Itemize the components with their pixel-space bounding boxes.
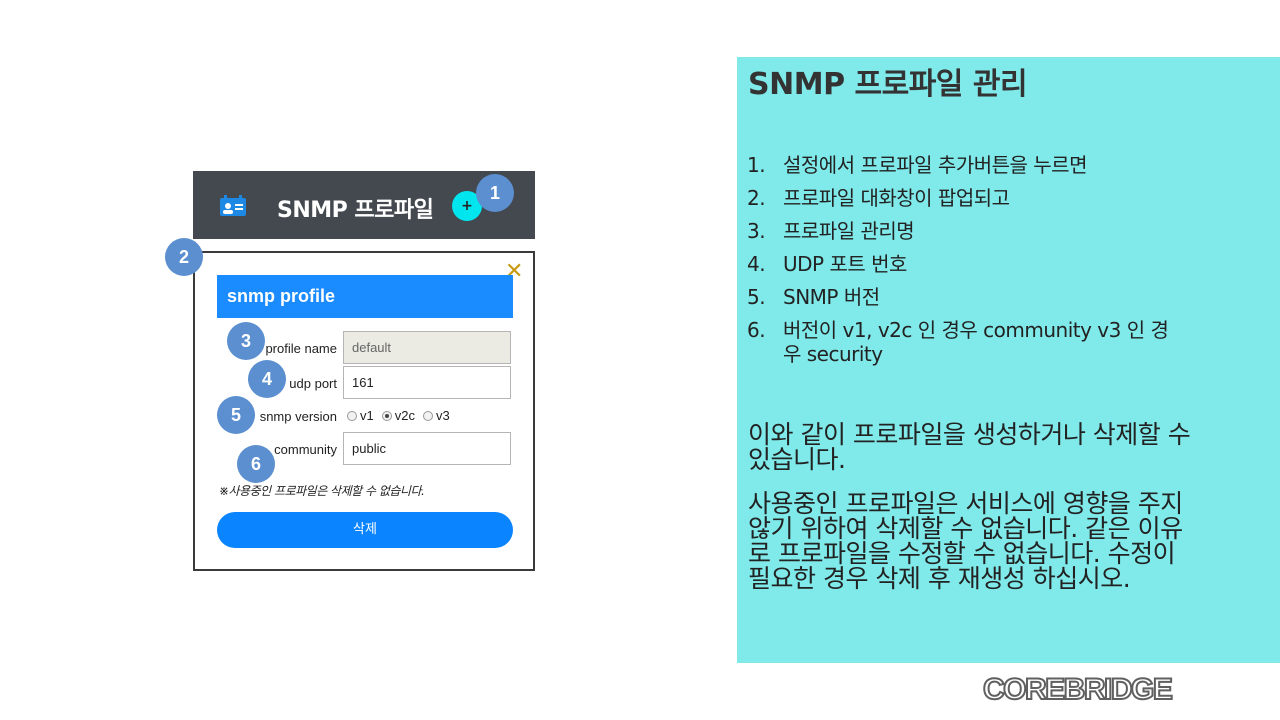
corebridge-logo: COREBRIDGE: [982, 672, 1174, 707]
callout-badge-2: 2: [165, 238, 203, 276]
dialog-title: snmp profile: [217, 275, 513, 318]
panel-title: SNMP 프로파일 관리: [748, 67, 1028, 102]
list-item: 2. 프로파일 대화창이 팝업되고: [747, 186, 1177, 210]
step-number: 3.: [747, 219, 766, 243]
step-number: 1.: [747, 153, 766, 177]
snmp-version-radio-group: v1 v2c v3: [347, 408, 450, 423]
list-item: 5. SNMP 버전: [747, 285, 1177, 309]
version-radio-v1[interactable]: v1: [347, 408, 374, 423]
version-label: v2c: [394, 408, 415, 423]
explanation-panel: SNMP 프로파일 관리 1. 설정에서 프로파일 추가버튼을 누르면 2. 프…: [737, 57, 1280, 663]
step-text: 프로파일 대화창이 팝업되고: [783, 186, 1010, 210]
steps-list: 1. 설정에서 프로파일 추가버튼을 누르면 2. 프로파일 대화창이 팝업되고…: [747, 153, 1177, 375]
community-input[interactable]: public: [343, 432, 511, 465]
step-text: 버전이 v1, v2c 인 경우 community v3 인 경우 secur…: [783, 318, 1169, 366]
profile-card-icon: [220, 195, 246, 216]
version-radio-v3[interactable]: v3: [422, 408, 450, 423]
restriction-paragraph: 사용중인 프로파일은 서비스에 영향을 주지 않기 위하여 삭제할 수 없습니다…: [748, 489, 1183, 593]
step-number: 2.: [747, 186, 766, 210]
callout-badge-5: 5: [217, 396, 255, 434]
version-label: v1: [360, 408, 374, 423]
step-text: UDP 포트 번호: [783, 252, 907, 276]
list-item: 3. 프로파일 관리명: [747, 219, 1177, 243]
step-text: SNMP 버전: [783, 285, 880, 309]
radio-unchecked-icon: [347, 410, 357, 421]
radio-unchecked-icon: [422, 410, 433, 421]
step-number: 5.: [747, 285, 766, 309]
step-number: 6.: [747, 318, 766, 342]
snmp-version-label: snmp version: [259, 409, 337, 424]
profile-name-input[interactable]: default: [343, 331, 511, 364]
delete-button[interactable]: 삭제: [217, 512, 513, 548]
delete-note: ※사용중인 프로파일은 삭제할 수 없습니다.: [219, 484, 425, 498]
list-item: 4. UDP 포트 번호: [747, 252, 1177, 276]
list-item: 6. 버전이 v1, v2c 인 경우 community v3 인 경우 se…: [747, 318, 1177, 366]
version-radio-v2c[interactable]: v2c: [381, 408, 415, 423]
callout-badge-1: 1: [476, 174, 514, 212]
community-label: community: [274, 442, 337, 457]
version-label: v3: [435, 408, 450, 423]
udp-port-input[interactable]: 161: [343, 366, 511, 399]
radio-checked-icon: [381, 410, 392, 421]
profile-name-label: profile name: [265, 341, 337, 356]
header-title: SNMP 프로파일: [277, 198, 434, 223]
step-text: 프로파일 관리명: [783, 219, 915, 243]
callout-badge-4: 4: [248, 360, 286, 398]
step-number: 4.: [747, 252, 766, 276]
summary-paragraph: 이와 같이 프로파일을 생성하거나 삭제할 수 있습니다.: [748, 420, 1191, 474]
udp-port-label: udp port: [289, 376, 337, 391]
step-text: 설정에서 프로파일 추가버튼을 누르면: [783, 153, 1087, 177]
list-item: 1. 설정에서 프로파일 추가버튼을 누르면: [747, 153, 1177, 177]
callout-badge-3: 3: [227, 322, 265, 360]
callout-badge-6: 6: [237, 445, 275, 483]
